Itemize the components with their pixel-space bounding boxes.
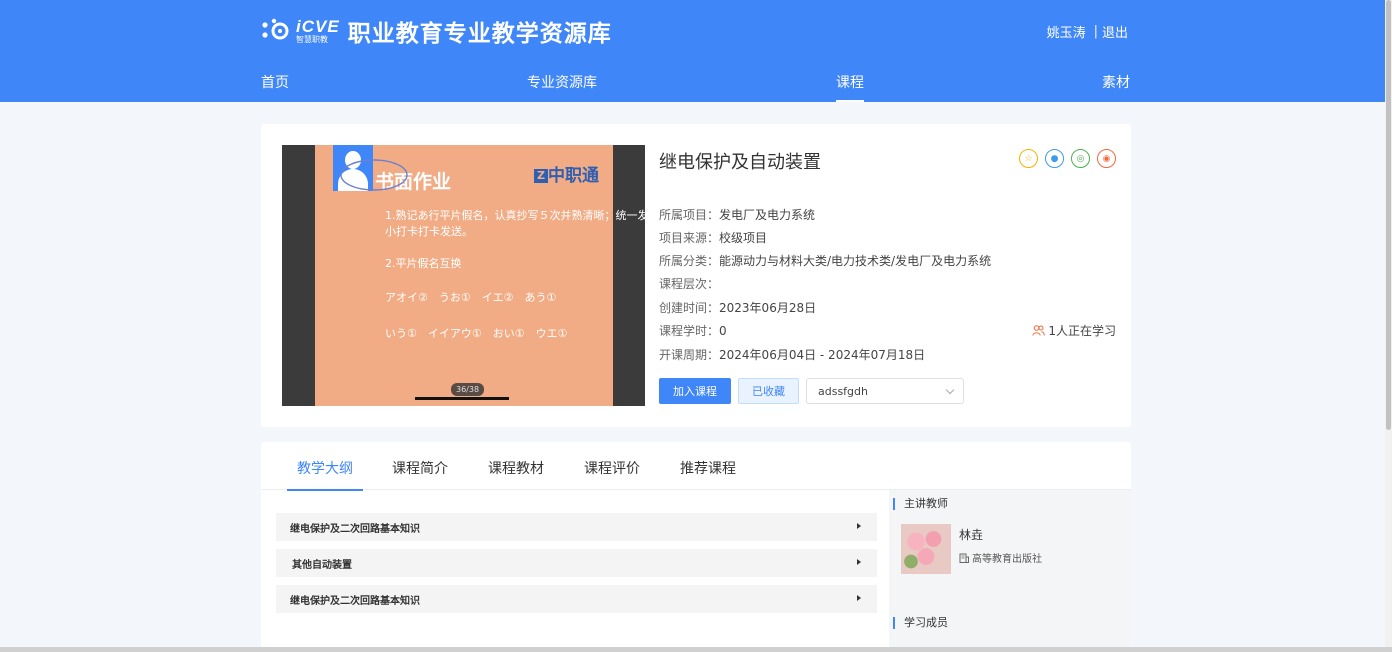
meta-category: 所属分类：能源动力与材料大类/电力技术类/发电厂及电力系统 <box>659 254 992 268</box>
vertical-scrollbar[interactable] <box>1385 0 1392 652</box>
chevron-down-icon <box>945 385 955 395</box>
meta-project: 所属项目：发电厂及电力系统 <box>659 208 816 222</box>
user-menu: 姚玉涛 | 退出 <box>1047 22 1128 41</box>
slide-page-indicator: 36/38 <box>451 383 485 396</box>
teacher-name[interactable]: 林垚 <box>959 526 983 543</box>
caret-right-icon <box>857 559 861 565</box>
course-cover[interactable]: 书面作业 Z 中职通 1.熟记あ行平片假名，认真抄写５次并熟清晰；统一发到 小打卡… <box>282 145 645 406</box>
share-icons: ☆ ● ◎ ◉ <box>1019 149 1116 168</box>
teacher-avatar[interactable] <box>901 524 951 574</box>
users-icon <box>1032 325 1046 336</box>
caret-right-icon <box>857 595 861 601</box>
logo-icon <box>262 18 289 40</box>
learning-count: 1人正在学习 <box>1032 322 1116 339</box>
building-icon <box>959 553 969 563</box>
class-select[interactable]: adssfgdh <box>806 378 964 404</box>
video-progress-bar[interactable] <box>415 397 509 400</box>
logo-brand: iCVE <box>296 17 340 36</box>
favorited-button[interactable]: 已收藏 <box>738 378 799 404</box>
site-header: iCVE 智慧职教 职业教育专业教学资源库 姚玉涛 | 退出 首页 专业资源库 … <box>0 0 1385 102</box>
highlight-circle-icon <box>340 159 408 191</box>
qzone-icon[interactable]: ☆ <box>1019 149 1038 168</box>
main-nav: 首页 专业资源库 课程 素材 <box>261 72 1131 102</box>
tab-intro[interactable]: 课程简介 <box>392 458 448 490</box>
qq-icon[interactable]: ● <box>1045 149 1064 168</box>
tab-syllabus[interactable]: 教学大纲 <box>287 458 363 491</box>
site-title: 职业教育专业教学资源库 <box>347 21 612 47</box>
meta-period: 开课周期：2024年06月04日 - 2024年07月18日 <box>659 348 926 362</box>
tab-recommended[interactable]: 推荐课程 <box>680 458 736 490</box>
slide-line: アオイ② うお① イエ② あう① <box>385 291 557 304</box>
wechat-icon[interactable]: ◎ <box>1071 149 1090 168</box>
nav-courses[interactable]: 课程 <box>836 72 864 102</box>
slide-line: 小打卡打卡发送。 <box>385 225 473 238</box>
course-sidebar: 主讲教师 林垚 高等教育出版社 学习成员 <box>889 490 1131 652</box>
class-select-value: adssfgdh <box>818 384 868 398</box>
weibo-icon[interactable]: ◉ <box>1097 149 1116 168</box>
chapter-item[interactable]: 其他自动装置 <box>276 549 877 577</box>
teacher-organization: 高等教育出版社 <box>959 550 1042 565</box>
cover-slide: 书面作业 Z 中职通 1.熟记あ行平片假名，认真抄写５次并熟清晰；统一发到 小打卡… <box>315 145 645 406</box>
meta-source: 项目来源：校级项目 <box>659 231 768 245</box>
site-logo[interactable]: iCVE 智慧职教 职业教育专业教学资源库 <box>260 14 612 48</box>
brand-z-icon: Z <box>534 169 548 183</box>
chapter-item[interactable]: 继电保护及二次回路基本知识 <box>276 513 877 541</box>
course-title: 继电保护及自动装置 <box>659 152 821 173</box>
user-separator: | <box>1093 24 1098 39</box>
tab-review[interactable]: 课程评价 <box>584 458 640 490</box>
course-info-card: 书面作业 Z 中职通 1.熟记あ行平片假名，认真抄写５次并熟清晰；统一发到 小打卡… <box>261 124 1131 427</box>
scrollbar-thumb[interactable] <box>1386 0 1391 430</box>
nav-resource-library[interactable]: 专业资源库 <box>527 72 597 102</box>
tab-textbook[interactable]: 课程教材 <box>488 458 544 490</box>
horizontal-scrollbar[interactable] <box>0 647 1392 652</box>
meta-level: 课程层次： <box>659 277 720 291</box>
meta-created: 创建时间：2023年06月28日 <box>659 301 817 315</box>
logout-link[interactable]: 退出 <box>1102 22 1128 41</box>
teacher-heading: 主讲教师 <box>893 498 948 510</box>
members-heading: 学习成员 <box>893 617 948 629</box>
caret-right-icon <box>857 523 861 529</box>
course-detail-card: 教学大纲 课程简介 课程教材 课程评价 推荐课程 继电保护及二次回路基本知识 其… <box>261 442 1131 652</box>
nav-materials[interactable]: 素材 <box>1102 72 1130 102</box>
user-name[interactable]: 姚玉涛 <box>1047 22 1086 41</box>
chapter-item[interactable]: 继电保护及二次回路基本知识 <box>276 585 877 613</box>
slide-line: いう① イイアウ① おい① ウエ① <box>385 327 568 340</box>
nav-home[interactable]: 首页 <box>261 72 289 102</box>
course-tabs: 教学大纲 课程简介 课程教材 课程评价 推荐课程 <box>261 442 1131 491</box>
meta-hours: 课程学时：0 <box>659 324 727 338</box>
slide-line: 1.熟记あ行平片假名，认真抄写５次并熟清晰；统一发到 <box>385 209 645 222</box>
logo-subtitle: 智慧职教 <box>296 35 328 44</box>
slide-brand: Z 中职通 <box>534 161 599 186</box>
join-course-button[interactable]: 加入课程 <box>659 378 731 404</box>
slide-line: 2.平片假名互换 <box>385 257 462 270</box>
